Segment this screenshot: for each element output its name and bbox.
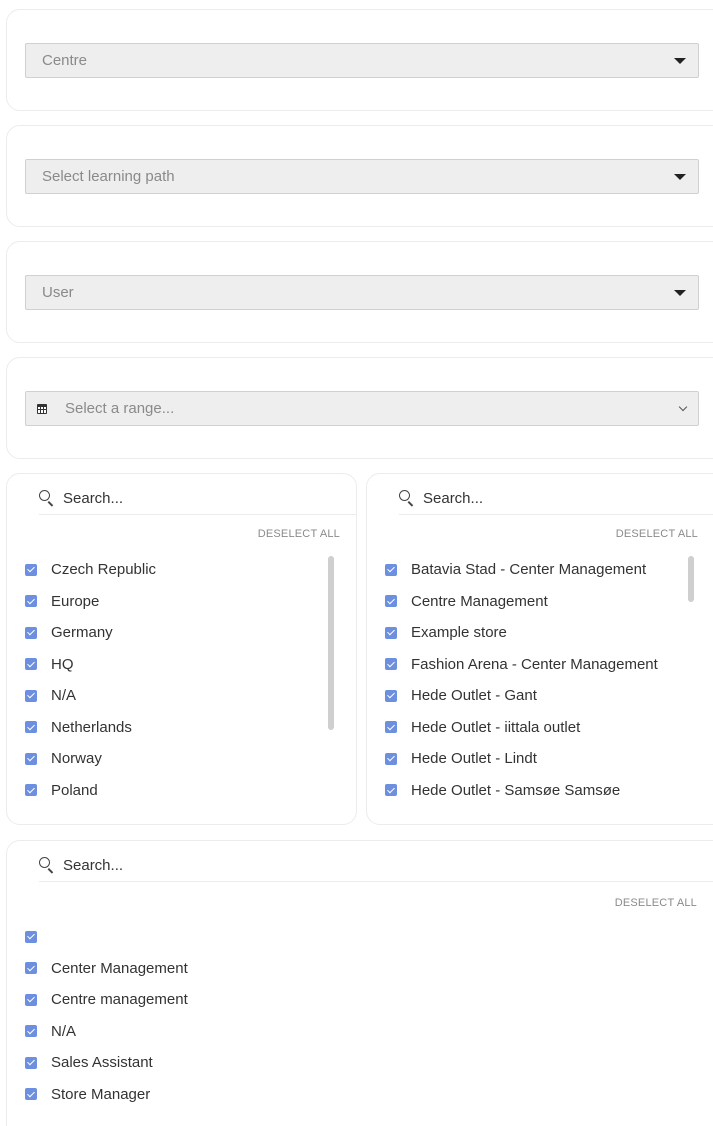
calendar-icon	[37, 404, 47, 414]
countries-list: Czech Republic Europe Germany HQ N/A Net…	[25, 554, 156, 806]
checkbox-checked-icon[interactable]	[25, 626, 37, 639]
list-item[interactable]: N/A	[25, 1016, 188, 1048]
roles-search	[39, 849, 713, 882]
checkbox-checked-icon[interactable]	[385, 626, 397, 639]
checkbox-checked-icon[interactable]	[25, 1088, 37, 1101]
list-item[interactable]: Hede Outlet - Gant	[385, 680, 658, 712]
checkbox-checked-icon[interactable]	[25, 993, 37, 1006]
list-item[interactable]: Hede Outlet - Samsøe Samsøe	[385, 775, 658, 807]
list-item[interactable]: N/A	[25, 680, 156, 712]
list-item[interactable]: Centre management	[25, 984, 188, 1016]
checkbox-checked-icon[interactable]	[25, 689, 37, 702]
checkbox-checked-icon[interactable]	[385, 595, 397, 608]
centre-select-placeholder: Centre	[42, 52, 88, 69]
caret-down-icon	[674, 58, 686, 64]
list-item[interactable]: Fashion Arena - Center Management	[385, 649, 658, 681]
stores-scrollbar[interactable]	[688, 556, 694, 602]
checkbox-checked-icon[interactable]	[25, 563, 37, 576]
roles-panel: DESELECT ALL Center Management Centre ma…	[6, 840, 713, 1126]
list-item[interactable]: Netherlands	[25, 712, 156, 744]
stores-list: Batavia Stad - Center Management Centre …	[385, 554, 658, 806]
centre-filter-card: Centre	[6, 9, 713, 111]
checkbox-checked-icon[interactable]	[385, 689, 397, 702]
user-select-placeholder: User	[42, 284, 74, 301]
list-item[interactable]: Store Manager	[25, 1079, 188, 1111]
caret-down-icon	[674, 290, 686, 296]
list-item[interactable]: Europe	[25, 586, 156, 618]
date-range-placeholder: Select a range...	[65, 400, 175, 417]
stores-panel: DESELECT ALL Batavia Stad - Center Manag…	[366, 473, 713, 825]
list-item[interactable]: Center Management	[25, 953, 188, 985]
checkbox-checked-icon[interactable]	[25, 752, 37, 765]
checkbox-checked-icon[interactable]	[25, 930, 37, 943]
stores-deselect-all-button[interactable]: DESELECT ALL	[616, 528, 698, 540]
countries-panel: DESELECT ALL Czech Republic Europe Germa…	[6, 473, 357, 825]
date-range-filter-card: Select a range...	[6, 357, 713, 459]
list-item[interactable]: HQ	[25, 649, 156, 681]
roles-list: Center Management Centre management N/A …	[25, 921, 188, 1110]
countries-search	[39, 482, 356, 515]
list-item[interactable]: Sales Assistant	[25, 1047, 188, 1079]
checkbox-checked-icon[interactable]	[25, 721, 37, 734]
user-select[interactable]: User	[25, 275, 699, 310]
checkbox-checked-icon[interactable]	[25, 784, 37, 797]
checkbox-checked-icon[interactable]	[385, 752, 397, 765]
search-icon	[399, 490, 415, 506]
roles-search-input[interactable]	[63, 856, 283, 874]
checkbox-checked-icon[interactable]	[385, 658, 397, 671]
centre-select[interactable]: Centre	[25, 43, 699, 78]
learning-path-select-placeholder: Select learning path	[42, 168, 175, 185]
list-item[interactable]	[25, 921, 188, 953]
list-item[interactable]: Germany	[25, 617, 156, 649]
checkbox-checked-icon[interactable]	[25, 962, 37, 975]
checkbox-checked-icon[interactable]	[385, 563, 397, 576]
checkbox-checked-icon[interactable]	[25, 658, 37, 671]
chevron-down-icon	[678, 402, 688, 412]
report-filters-page: Centre Select learning path User Select …	[0, 0, 713, 1126]
list-item[interactable]: Centre Management	[385, 586, 658, 618]
search-icon	[39, 490, 55, 506]
caret-down-icon	[674, 174, 686, 180]
checkbox-checked-icon[interactable]	[25, 595, 37, 608]
list-item[interactable]: Czech Republic	[25, 554, 156, 586]
checkbox-checked-icon[interactable]	[385, 784, 397, 797]
checkbox-checked-icon[interactable]	[25, 1056, 37, 1069]
checkbox-checked-icon[interactable]	[25, 1025, 37, 1038]
countries-deselect-all-button[interactable]: DESELECT ALL	[258, 528, 340, 540]
list-item[interactable]: Batavia Stad - Center Management	[385, 554, 658, 586]
list-item[interactable]: Norway	[25, 743, 156, 775]
list-item[interactable]: Hede Outlet - iittala outlet	[385, 712, 658, 744]
date-range-select[interactable]: Select a range...	[25, 391, 699, 426]
learning-path-filter-card: Select learning path	[6, 125, 713, 227]
search-icon	[39, 857, 55, 873]
learning-path-select[interactable]: Select learning path	[25, 159, 699, 194]
stores-search-input[interactable]	[423, 489, 643, 507]
countries-scrollbar[interactable]	[328, 556, 334, 730]
list-item[interactable]: Hede Outlet - Lindt	[385, 743, 658, 775]
stores-search	[399, 482, 713, 515]
checkbox-checked-icon[interactable]	[385, 721, 397, 734]
countries-search-input[interactable]	[63, 489, 283, 507]
roles-deselect-all-button[interactable]: DESELECT ALL	[615, 897, 697, 909]
list-item[interactable]: Poland	[25, 775, 156, 807]
user-filter-card: User	[6, 241, 713, 343]
list-item[interactable]: Example store	[385, 617, 658, 649]
